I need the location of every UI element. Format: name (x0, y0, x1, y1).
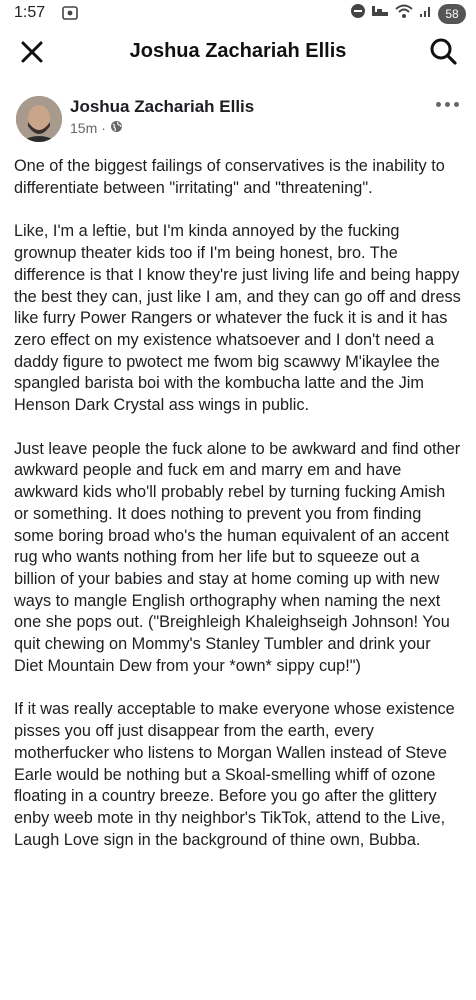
meta-separator: · (101, 120, 106, 136)
avatar[interactable] (16, 96, 62, 142)
status-icons: 58 (350, 3, 466, 24)
post-paragraph: Just leave people the fuck alone to be a… (14, 439, 461, 675)
post-meta: 15m · (70, 120, 123, 136)
screenshot-icon (62, 6, 78, 25)
search-icon[interactable] (428, 36, 458, 66)
sleep-mode-icon (371, 4, 389, 23)
status-bar: 1:57 58 (0, 0, 476, 28)
more-options-icon[interactable] (436, 98, 462, 110)
signal-icon (419, 4, 433, 23)
post-paragraph: Like, I'm a leftie, but I'm kinda annoye… (14, 222, 461, 415)
post-paragraph: One of the biggest failings of conservat… (14, 157, 445, 197)
post-paragraph: If it was really acceptable to make ever… (14, 700, 455, 849)
battery-indicator: 58 (438, 3, 466, 24)
wifi-icon (394, 3, 414, 24)
globe-icon (110, 120, 123, 136)
status-time: 1:57 (14, 4, 46, 21)
page-title: Joshua Zachariah Ellis (129, 40, 347, 62)
post-time[interactable]: 15m (70, 120, 97, 136)
top-app-bar: Joshua Zachariah Ellis (0, 28, 476, 76)
post-header: Joshua Zachariah Ellis 15m · (0, 76, 476, 142)
do-not-disturb-icon (350, 3, 366, 24)
author-name[interactable]: Joshua Zachariah Ellis (70, 97, 254, 117)
post-body: One of the biggest failings of conservat… (0, 140, 476, 851)
